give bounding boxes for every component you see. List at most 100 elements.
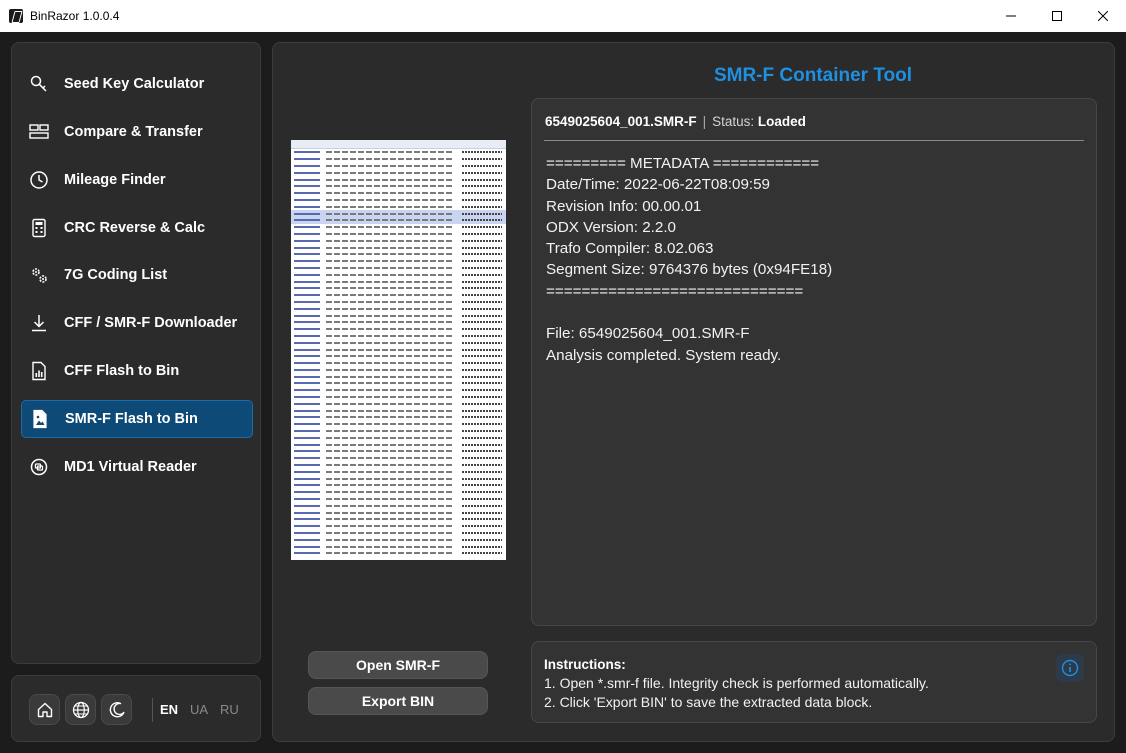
info-button[interactable] <box>1056 654 1084 682</box>
hex-preview-row <box>291 496 506 503</box>
minimize-button[interactable] <box>988 0 1034 32</box>
window-controls <box>988 0 1126 32</box>
key-icon <box>28 73 50 95</box>
export-bin-button[interactable]: Export BIN <box>308 687 488 715</box>
calculator-icon <box>28 217 50 239</box>
hex-preview-row <box>291 292 506 299</box>
metadata-line: Trafo Compiler: 8.02.063 <box>546 240 714 258</box>
hex-preview-row <box>291 367 506 374</box>
hex-preview-row <box>291 231 506 238</box>
card-divider <box>544 140 1084 141</box>
metadata-line: Date/Time: 2022-06-22T08:09:59 <box>546 176 771 194</box>
hex-preview-row <box>291 380 506 387</box>
hex-preview-row <box>291 468 506 475</box>
hex-preview-row <box>291 475 506 482</box>
hex-preview-row <box>291 489 506 496</box>
sidebar-item-compare-transfer[interactable]: Compare & Transfer <box>21 113 253 151</box>
hex-preview-row <box>291 312 506 319</box>
maximize-button[interactable] <box>1034 0 1080 32</box>
hex-preview-row <box>291 360 506 367</box>
sidebar-item-label: CRC Reverse & Calc <box>64 220 206 236</box>
sidebar-footer: EN UA RU <box>11 675 261 742</box>
hex-preview-row <box>291 216 506 224</box>
sidebar-item-label: Compare & Transfer <box>64 124 203 140</box>
hex-preview-row <box>291 482 506 489</box>
instructions-title: Instructions: <box>544 657 626 672</box>
hex-preview-row <box>291 319 506 326</box>
file-status-line: 6549025604_001.SMR-F | Status: Loaded <box>545 114 806 129</box>
sidebar-item-mileage-finder[interactable]: Mileage Finder <box>21 161 253 199</box>
hex-preview-row <box>291 550 506 557</box>
hex-preview-row <box>291 462 506 469</box>
hex-preview-header <box>291 140 506 149</box>
hex-preview-row <box>291 421 506 428</box>
maximize-icon <box>1052 11 1062 21</box>
theme-toggle-button[interactable] <box>101 694 132 725</box>
hex-preview-row <box>291 176 506 183</box>
hex-preview-row <box>291 441 506 448</box>
metadata-line: ODX Version: 2.2.0 <box>546 218 677 236</box>
home-button[interactable] <box>29 694 60 725</box>
hex-preview-row <box>291 346 506 353</box>
hex-preview-row <box>291 434 506 441</box>
sidebar-item-seed-key-calculator[interactable]: Seed Key Calculator <box>21 65 253 103</box>
sidebar-item-md1-virtual-reader[interactable]: MD1 Virtual Reader <box>21 448 253 486</box>
hex-preview-image <box>291 140 506 560</box>
sidebar-item-label: CFF Flash to Bin <box>64 363 180 379</box>
file-image-icon <box>29 408 51 430</box>
website-button[interactable] <box>65 694 96 725</box>
language-ua[interactable]: UA <box>190 702 208 717</box>
metadata-line: File: 6549025604_001.SMR-F <box>546 325 750 343</box>
hex-preview-row <box>291 502 506 509</box>
hex-preview-row <box>291 271 506 278</box>
globe-icon <box>72 701 89 718</box>
hex-preview-row <box>291 237 506 244</box>
hex-preview-row <box>291 509 506 516</box>
hex-preview-row <box>291 373 506 380</box>
hex-preview-row <box>291 197 506 204</box>
hex-preview-row <box>291 149 506 156</box>
hex-preview-row <box>291 251 506 258</box>
instruction-line: 2. Click 'Export BIN' to save the extrac… <box>544 694 873 710</box>
sidebar-item-label: Mileage Finder <box>64 172 166 188</box>
hex-preview-row <box>291 305 506 312</box>
hex-preview-row <box>291 326 506 333</box>
metadata-line: Analysis completed. System ready. <box>546 346 782 364</box>
hex-preview-row <box>291 339 506 346</box>
sidebar-item-cff-flash-to-bin[interactable]: CFF Flash to Bin <box>21 352 253 390</box>
hex-preview-row <box>291 169 506 176</box>
metadata-line: ========= METADATA ============ <box>546 155 820 172</box>
close-icon <box>1098 11 1108 21</box>
sidebar-item-cff-smrf-downloader[interactable]: CFF / SMR-F Downloader <box>21 304 253 342</box>
hex-preview-row <box>291 299 506 306</box>
hex-preview-row <box>291 407 506 414</box>
hex-preview-row <box>291 536 506 543</box>
metadata-line: Revision Info: 00.00.01 <box>546 197 702 215</box>
sidebar-item-crc-reverse-calc[interactable]: CRC Reverse & Calc <box>21 209 253 247</box>
moon-icon <box>109 701 124 717</box>
status-separator: | <box>702 114 707 129</box>
compare-icon <box>28 121 50 143</box>
file-name: 6549025604_001.SMR-F <box>545 114 697 129</box>
hex-preview-row <box>291 400 506 407</box>
hex-preview-row <box>291 210 506 217</box>
close-button[interactable] <box>1080 0 1126 32</box>
title-bar: BinRazor 1.0.0.4 <box>0 0 1126 32</box>
home-icon <box>37 702 52 717</box>
instruction-line: 1. Open *.smr-f file. Integrity check is… <box>544 675 929 691</box>
hex-preview-row <box>291 156 506 163</box>
sidebar-item-7g-coding-list[interactable]: 7G Coding List <box>21 256 253 294</box>
hex-preview-row <box>291 516 506 523</box>
gears-icon <box>28 264 50 286</box>
hex-preview-row <box>291 414 506 421</box>
hex-preview-row <box>291 224 506 231</box>
sidebar-item-smrf-flash-to-bin[interactable]: SMR-F Flash to Bin <box>21 400 253 438</box>
hex-preview-row <box>291 190 506 197</box>
hex-preview-row <box>291 448 506 455</box>
open-smrf-button[interactable]: Open SMR-F <box>308 651 488 679</box>
language-ru[interactable]: RU <box>220 702 239 717</box>
hex-preview-row <box>291 530 506 537</box>
file-chart-icon <box>28 360 50 382</box>
language-en[interactable]: EN <box>160 702 178 717</box>
hex-preview-row <box>291 258 506 265</box>
